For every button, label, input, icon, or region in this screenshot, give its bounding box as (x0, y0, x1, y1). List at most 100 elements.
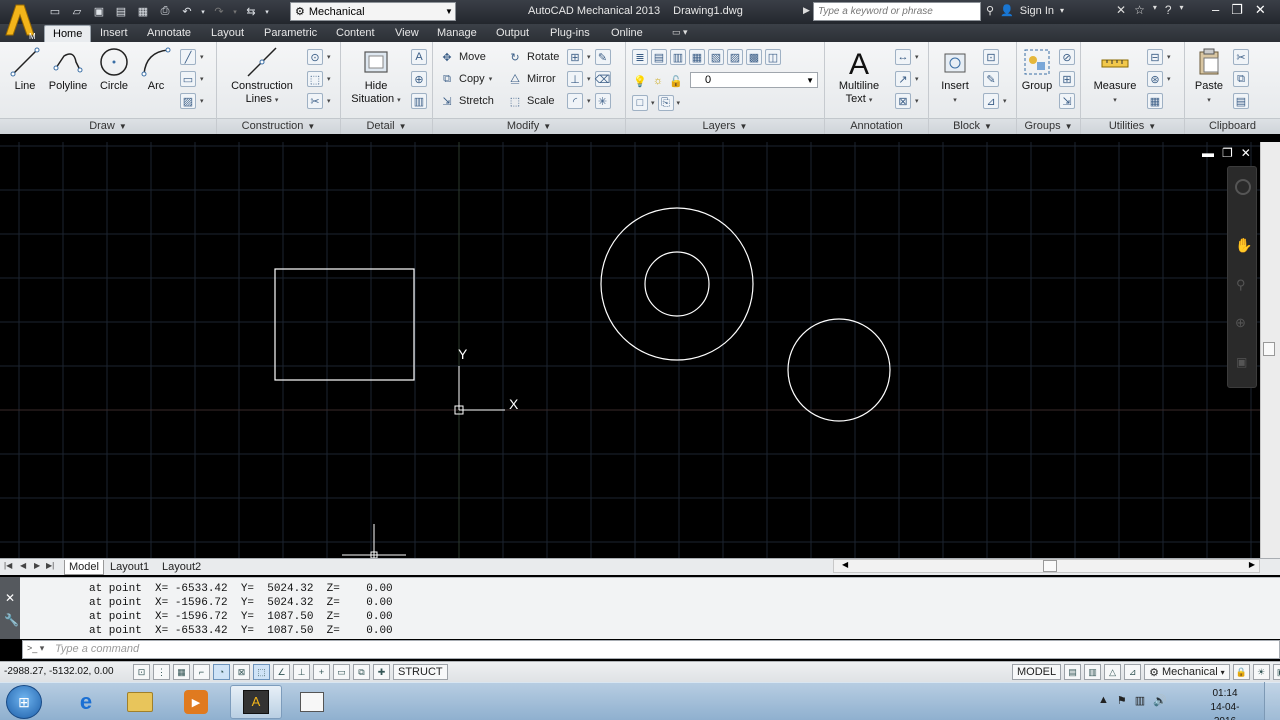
action-center-icon[interactable]: ⚑ (1117, 694, 1127, 707)
undo-dropdown-icon[interactable]: ▾ (200, 3, 206, 20)
panel-annotation-label[interactable]: Annotation (825, 118, 928, 134)
line-button[interactable]: Line (6, 46, 44, 93)
taskbar-ie[interactable]: e (60, 685, 112, 719)
utilities-small-3[interactable]: ▦ (1147, 92, 1163, 110)
layer-walk-icon[interactable]: ⎘ (657, 95, 674, 111)
construction-small-2[interactable]: ⬚ ▾ (307, 70, 331, 88)
copy-base-button[interactable]: ▤ (1233, 92, 1249, 110)
construction-small-3[interactable]: ✂ ▾ (307, 92, 331, 110)
circle-button[interactable]: Circle (96, 46, 132, 93)
search-expand-icon[interactable]: ▶ (803, 5, 810, 16)
insert-button[interactable]: Insert ▾ (935, 46, 975, 107)
stay-connected-dropdown-icon[interactable]: ▾ (1153, 3, 1157, 17)
sun-icon[interactable]: ☼ (650, 73, 666, 89)
modify-small-2[interactable]: ⊥ ▾ ⌫ (567, 70, 611, 88)
showmotion-icon[interactable]: ▣ (1236, 355, 1247, 369)
exchange-icon[interactable]: ✕ (1116, 3, 1126, 17)
publish-icon[interactable]: ▦ (134, 3, 152, 20)
panel-detail-label[interactable]: Detail ▼ (341, 118, 432, 134)
viewport-restore-icon[interactable]: ❐ (1222, 146, 1233, 160)
draw-small-2[interactable]: ▭ ▾ (180, 70, 204, 88)
ortho-mode-icon[interactable]: ⌐ (193, 664, 210, 680)
draw-small-3[interactable]: ▨ ▾ (180, 92, 204, 110)
panel-utilities-label[interactable]: Utilities ▼ (1081, 118, 1184, 134)
undo-icon[interactable]: ↶ (178, 3, 196, 20)
groups-small-2[interactable]: ⊞ (1059, 70, 1075, 88)
user-icon[interactable]: 👤 (1000, 4, 1014, 17)
tab-parametric[interactable]: Parametric (264, 25, 317, 42)
utilities-small-1[interactable]: ⊟ ▾ (1147, 48, 1171, 66)
block-small-3[interactable]: ⊿ ▾ (983, 92, 1007, 110)
isolate-objects-icon[interactable]: ☀ (1252, 664, 1270, 680)
steering-wheel-icon[interactable] (1235, 179, 1251, 195)
taskbar-window[interactable] (286, 685, 338, 719)
taskbar-media[interactable]: ▶ (170, 685, 222, 719)
drawing-canvas[interactable]: Y X (0, 142, 1260, 558)
scroll-right-icon[interactable]: ▶ (1249, 560, 1255, 569)
construction-small-1[interactable]: ⊙ ▾ (307, 48, 331, 66)
prev-layout-icon[interactable]: ◀ (20, 561, 26, 570)
layer-properties-icon[interactable]: ≣ (632, 49, 648, 65)
block-small-1[interactable]: ⊡ (983, 48, 999, 66)
taskbar-autocad[interactable]: A (230, 685, 282, 719)
tab-online[interactable]: Online (611, 25, 643, 42)
tab-insert[interactable]: Insert (100, 25, 128, 42)
workspace-switch-icon[interactable]: ⇆ (242, 3, 260, 20)
search-input[interactable]: Type a keyword or phrase (813, 2, 981, 21)
help-icon[interactable]: ? (1165, 3, 1172, 17)
tab-view[interactable]: View (395, 25, 419, 42)
block-small-2[interactable]: ✎ (983, 70, 999, 88)
dynamic-input-icon[interactable]: + (313, 664, 330, 680)
tab-output[interactable]: Output (496, 25, 529, 42)
object-snap-icon[interactable]: ⊠ (233, 664, 250, 680)
layer-dropdown[interactable]: 0 ▼ (690, 72, 818, 88)
layer-unisolate-icon[interactable]: ▦ (689, 49, 705, 65)
customize-wrench-icon[interactable]: 🔧 (4, 613, 19, 627)
tab-manage[interactable]: Manage (437, 25, 477, 42)
allow-ucs-icon[interactable]: ⊥ (293, 664, 310, 680)
annotation-visibility-icon[interactable]: ⊿ (1124, 664, 1142, 680)
clock[interactable]: 01:14 14-04-2016 (1200, 687, 1250, 720)
vertical-scroll-thumb[interactable] (1263, 342, 1275, 356)
new-file-icon[interactable]: ▭ (46, 3, 64, 20)
layer-isolate-icon[interactable]: ▥ (670, 49, 686, 65)
rectangle-shape[interactable] (274, 268, 415, 381)
infer-constraints-icon[interactable]: ⊡ (133, 664, 150, 680)
move-button[interactable]: ✥ Move (439, 48, 486, 66)
ribbon-minimize-icon[interactable]: ▭ ▾ (672, 27, 696, 39)
annotation-small-2[interactable]: ↗ ▾ (895, 70, 919, 88)
sign-in-dropdown-icon[interactable]: ▾ (1060, 6, 1064, 15)
panel-block-label[interactable]: Block ▼ (929, 118, 1016, 134)
measure-button[interactable]: Measure ▾ (1089, 46, 1141, 107)
plot-icon[interactable]: ⎙ (156, 3, 174, 20)
cut-button[interactable]: ✂ (1233, 48, 1249, 66)
object-snap-tracking-icon[interactable]: ∠ (273, 664, 290, 680)
layer-match-icon[interactable]: ◫ (765, 49, 781, 65)
sign-in-link[interactable]: Sign In (1020, 5, 1054, 17)
open-file-icon[interactable]: ▱ (68, 3, 86, 20)
restore-icon[interactable]: ❐ (1231, 2, 1243, 18)
command-prompt-icon[interactable]: >_ ▾ (27, 643, 44, 654)
help-dropdown-icon[interactable]: ▾ (1180, 3, 1184, 17)
panel-modify-label[interactable]: Modify ▼ (433, 118, 625, 134)
lock-ui-icon[interactable]: 🔒 (1232, 664, 1250, 680)
volume-icon[interactable]: 🔊 (1153, 694, 1167, 707)
struct-toggle[interactable]: STRUCT (393, 664, 448, 680)
annotation-small-3[interactable]: ⊠ ▾ (895, 92, 919, 110)
layer-lock-icon[interactable]: ▩ (746, 49, 762, 65)
workspace-status-dropdown[interactable]: ⚙ Mechanical ▾ (1144, 664, 1230, 680)
tab-content[interactable]: Content (336, 25, 375, 42)
layer-state-icon[interactable]: ▤ (651, 49, 667, 65)
layer-freeze-icon[interactable]: ▨ (727, 49, 743, 65)
lineweight-icon[interactable]: ▭ (333, 664, 350, 680)
quick-view-layouts-icon[interactable]: ▤ (1064, 664, 1082, 680)
close-command-line-icon[interactable]: ✕ (5, 591, 15, 605)
groups-small-1[interactable]: ⊘ (1059, 48, 1075, 66)
redo-dropdown-icon[interactable]: ▾ (232, 3, 238, 20)
horizontal-scroll-thumb[interactable] (1043, 560, 1057, 572)
next-layout-icon[interactable]: ▶ (34, 561, 40, 570)
grid-display-icon[interactable]: ▦ (173, 664, 190, 680)
3d-object-snap-icon[interactable]: ⬚ (253, 664, 270, 680)
detail-small-2[interactable]: ⊕ (411, 70, 427, 88)
transparency-icon[interactable]: ⧉ (353, 664, 370, 680)
